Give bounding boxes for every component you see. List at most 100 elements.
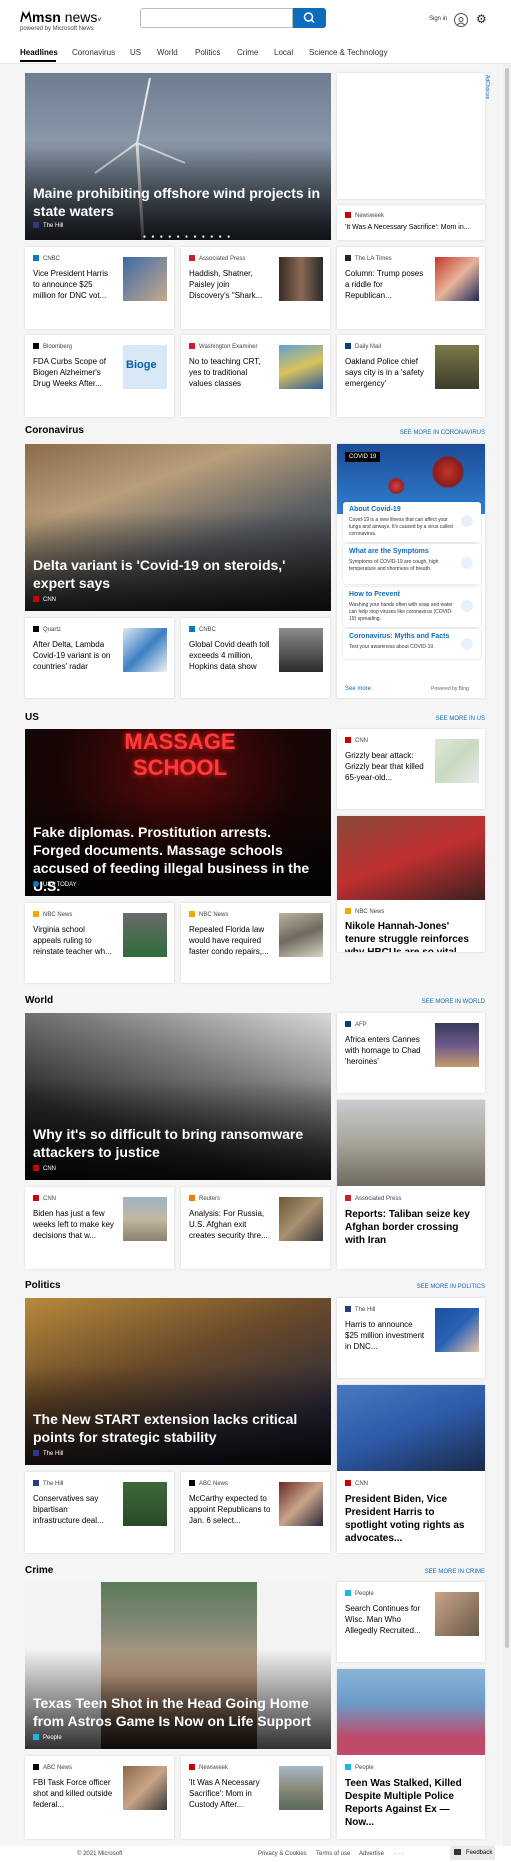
- news-card[interactable]: ABC News FBI Task Force officer shot and…: [25, 1756, 174, 1839]
- coronavirus-hero-title[interactable]: Delta variant is 'Covid-19 on steroids,'…: [33, 556, 321, 592]
- headline-hero-title[interactable]: Maine prohibiting offshore wind projects…: [33, 184, 321, 220]
- card-title[interactable]: 'It Was A Necessary Sacrifice': Mom in..…: [345, 224, 470, 231]
- card-title[interactable]: No to teaching CRT, yes to traditional v…: [189, 356, 271, 389]
- tab-crime[interactable]: Crime: [237, 48, 258, 57]
- news-card-large[interactable]: People Teen Was Stalked, Killed Despite …: [337, 1669, 485, 1839]
- world-hero-title[interactable]: Why it's so difficult to bring ransomwar…: [33, 1125, 321, 1161]
- crime-hero-title[interactable]: Texas Teen Shot in the Head Going Home f…: [33, 1694, 321, 1730]
- covid-myths-item[interactable]: Coronavirus: Myths and Facts Test your a…: [343, 629, 481, 659]
- page-scrollbar[interactable]: [503, 64, 511, 1846]
- coronavirus-hero-card[interactable]: Delta variant is 'Covid-19 on steroids,'…: [25, 444, 331, 611]
- news-card-large[interactable]: Associated Press Reports: Taliban seize …: [337, 1100, 485, 1269]
- see-more-coronavirus-link[interactable]: SEE MORE IN CORONAVIRUS: [385, 430, 485, 436]
- tab-us[interactable]: US: [130, 48, 141, 57]
- see-more-crime-link[interactable]: SEE MORE IN CRIME: [385, 1569, 485, 1575]
- card-title[interactable]: Vice President Harris to announce $25 mi…: [33, 268, 115, 301]
- news-card[interactable]: Bloomberg FDA Curbs Scope of Biogen Alzh…: [25, 335, 174, 417]
- see-more-us-link[interactable]: SEE MORE IN US: [385, 716, 485, 722]
- card-title[interactable]: Africa enters Cannes with homage to Chad…: [345, 1034, 427, 1067]
- card-title[interactable]: 'It Was A Necessary Sacrifice': Mom in C…: [189, 1777, 271, 1810]
- world-hero-card[interactable]: Why it's so difficult to bring ransomwar…: [25, 1013, 331, 1180]
- see-more-politics-link[interactable]: SEE MORE IN POLITICS: [385, 1284, 485, 1290]
- card-title[interactable]: After Delta, Lambda Covid-19 variant is …: [33, 639, 115, 672]
- tab-politics[interactable]: Politics: [195, 48, 220, 57]
- card-title[interactable]: Oakland Police chief says city is in a '…: [345, 356, 427, 389]
- us-hero-card[interactable]: MASSAGE SCHOOL Fake diplomas. Prostituti…: [25, 729, 331, 896]
- news-card[interactable]: People Search Continues for Wisc. Man Wh…: [337, 1582, 485, 1662]
- covid-item-title[interactable]: What are the Symptoms: [349, 548, 429, 555]
- footer-link-privacy[interactable]: Privacy & Cookies: [258, 1851, 307, 1857]
- card-title[interactable]: Search Continues for Wisc. Man Who Alleg…: [345, 1603, 427, 1636]
- card-title[interactable]: Grizzly bear attack: Grizzly bear that k…: [345, 750, 427, 783]
- news-card[interactable]: The LA Times Column: Trump poses a riddl…: [337, 247, 485, 329]
- covid-item-title[interactable]: How to Prevent: [349, 591, 400, 598]
- card-title[interactable]: Nikole Hannah-Jones' tenure struggle rei…: [345, 920, 475, 952]
- card-title[interactable]: Global Covid death toll exceeds 4 millio…: [189, 639, 271, 672]
- news-card[interactable]: NBC News Virginia school appeals ruling …: [25, 903, 174, 983]
- news-card[interactable]: Newsweek 'It Was A Necessary Sacrifice':…: [181, 1756, 330, 1839]
- headline-hero-card[interactable]: Maine prohibiting offshore wind projects…: [25, 73, 331, 240]
- news-card[interactable]: The Hill Harris to announce $25 million …: [337, 1298, 485, 1378]
- news-card[interactable]: CNN Grizzly bear attack: Grizzly bear th…: [337, 729, 485, 809]
- card-title[interactable]: Haddish, Shatner, Paisley join Discovery…: [189, 268, 271, 301]
- news-card[interactable]: Quartz After Delta, Lambda Covid-19 vari…: [25, 618, 174, 698]
- card-title[interactable]: Biden has just a few weeks left to make …: [33, 1208, 115, 1241]
- news-card-large[interactable]: NBC News Nikole Hannah-Jones' tenure str…: [337, 816, 485, 952]
- footer-more-icon[interactable]: · · ·: [394, 1851, 403, 1857]
- politics-hero-card[interactable]: The New START extension lacks critical p…: [25, 1298, 331, 1465]
- news-card[interactable]: Washington Examiner No to teaching CRT, …: [181, 335, 330, 417]
- card-title[interactable]: Teen Was Stalked, Killed Despite Multipl…: [345, 1777, 475, 1829]
- politics-hero-title[interactable]: The New START extension lacks critical p…: [33, 1410, 321, 1446]
- footer-link-advertise[interactable]: Advertise: [359, 1851, 384, 1857]
- tab-world[interactable]: World: [157, 48, 178, 57]
- side-news-card[interactable]: Newsweek 'It Was A Necessary Sacrifice':…: [337, 205, 485, 240]
- news-card[interactable]: NBC News Repealed Florida law would have…: [181, 903, 330, 983]
- covid-item-title[interactable]: About Covid-19: [349, 506, 401, 513]
- news-card[interactable]: Associated Press Haddish, Shatner, Paisl…: [181, 247, 330, 329]
- tab-science-technology[interactable]: Science & Technology: [309, 48, 388, 57]
- news-card[interactable]: CNBC Global Covid death toll exceeds 4 m…: [181, 618, 330, 698]
- news-card[interactable]: CNN Biden has just a few weeks left to m…: [25, 1187, 174, 1269]
- search-button[interactable]: [293, 8, 326, 28]
- footer-link-terms[interactable]: Terms of use: [316, 1851, 350, 1857]
- gear-icon[interactable]: ⚙: [476, 13, 487, 25]
- card-title[interactable]: FDA Curbs Scope of Biogen Alzheimer's Dr…: [33, 356, 115, 389]
- news-card[interactable]: AFP Africa enters Cannes with homage to …: [337, 1013, 485, 1093]
- news-card[interactable]: The Hill Conservatives say bipartisan in…: [25, 1472, 174, 1553]
- tab-local[interactable]: Local: [274, 48, 293, 57]
- see-more-world-link[interactable]: SEE MORE IN WORLD: [385, 999, 485, 1005]
- msn-logo[interactable]: msn news˅: [20, 9, 101, 25]
- sign-in-link[interactable]: Sign in: [429, 16, 447, 22]
- card-title[interactable]: Conservatives say bipartisan infrastruct…: [33, 1493, 115, 1526]
- tab-coronavirus[interactable]: Coronavirus: [72, 48, 115, 57]
- news-card[interactable]: Reuters Analysis: For Russia, U.S. Afgha…: [181, 1187, 330, 1269]
- covid-prevent-item[interactable]: How to Prevent Washing your hands often …: [343, 587, 481, 627]
- card-title[interactable]: President Biden, Vice President Harris t…: [345, 1493, 475, 1545]
- card-title[interactable]: Repealed Florida law would have required…: [189, 924, 271, 957]
- news-card-large[interactable]: CNN President Biden, Vice President Harr…: [337, 1385, 485, 1553]
- ad-choices-label[interactable]: AdChoices: [484, 75, 490, 99]
- card-title[interactable]: Virginia school appeals ruling to reinst…: [33, 924, 115, 957]
- publisher-name: Newsweek: [355, 213, 385, 219]
- news-card[interactable]: Daily Mail Oakland Police chief says cit…: [337, 335, 485, 417]
- card-title[interactable]: McCarthy expected to appoint Republicans…: [189, 1493, 271, 1526]
- crime-hero-card[interactable]: Texas Teen Shot in the Head Going Home f…: [25, 1582, 331, 1749]
- covid-symptoms-item[interactable]: What are the Symptoms Symptoms of COVID-…: [343, 544, 481, 584]
- covid-item-title[interactable]: Coronavirus: Myths and Facts: [349, 633, 449, 640]
- card-title[interactable]: Reports: Taliban seize key Afghan border…: [345, 1208, 475, 1247]
- tab-headlines[interactable]: Headlines: [20, 48, 58, 57]
- scrollbar-thumb[interactable]: [505, 68, 509, 1648]
- avatar-icon[interactable]: [454, 13, 468, 27]
- feedback-button[interactable]: Feedback: [450, 1846, 495, 1860]
- news-card[interactable]: CNBC Vice President Harris to announce $…: [25, 247, 174, 329]
- search-input[interactable]: [140, 8, 293, 28]
- card-title[interactable]: Analysis: For Russia, U.S. Afghan exit c…: [189, 1208, 271, 1241]
- covid-about-item[interactable]: About Covid-19 Covid-19 is a new illness…: [343, 502, 481, 542]
- chevron-down-icon[interactable]: ˅: [97, 17, 101, 24]
- carousel-dots[interactable]: ● ● ● ● ● ● ● ● ● ● ●: [143, 234, 232, 240]
- card-title[interactable]: Harris to announce $25 million investmen…: [345, 1319, 427, 1352]
- news-card[interactable]: ABC News McCarthy expected to appoint Re…: [181, 1472, 330, 1553]
- card-title[interactable]: FBI Task Force officer shot and killed o…: [33, 1777, 115, 1810]
- card-title[interactable]: Column: Trump poses a riddle for Republi…: [345, 268, 427, 301]
- covid-see-more-link[interactable]: See more: [345, 686, 371, 692]
